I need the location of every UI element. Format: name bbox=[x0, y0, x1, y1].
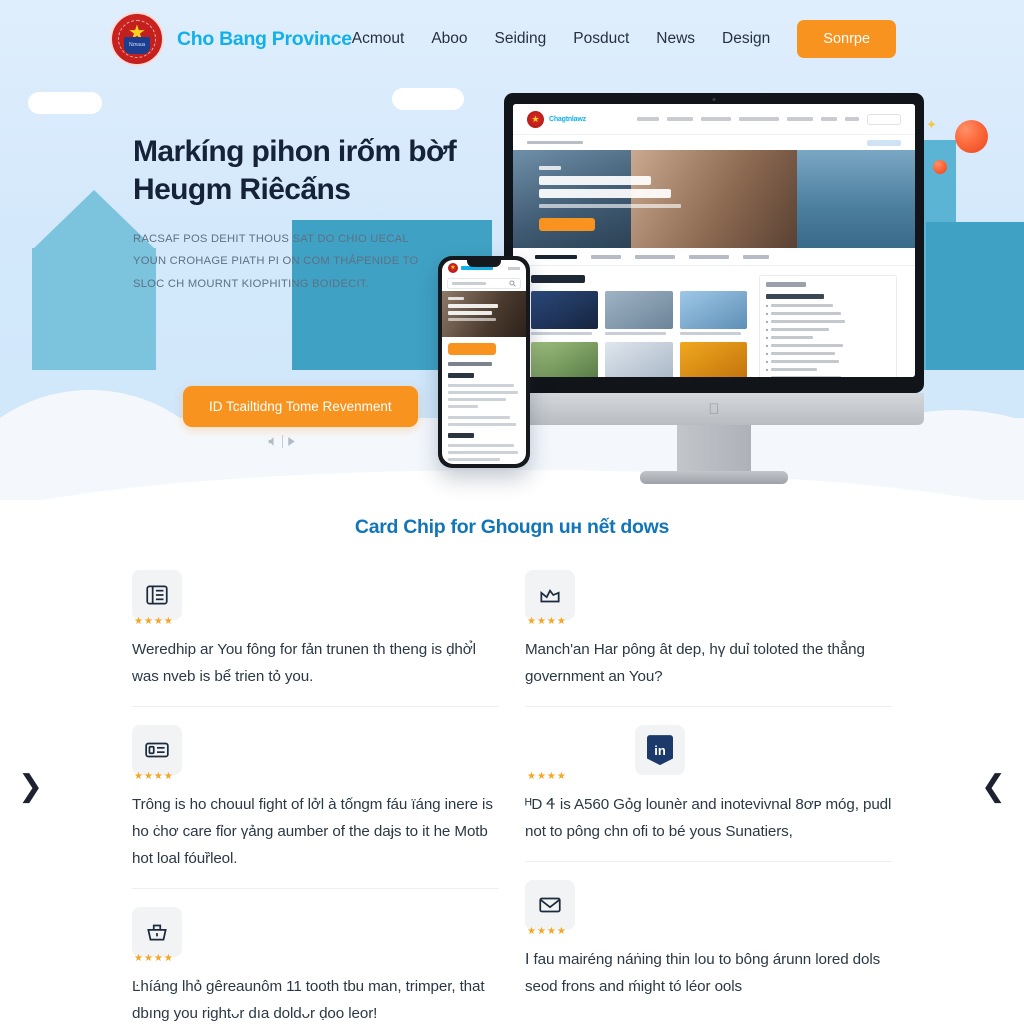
envelope-icon bbox=[525, 880, 575, 931]
top-navigation-bar: ★ Nznaua Cho Bang Province Acmout Aboo S… bbox=[0, 0, 1024, 78]
nav-link-design[interactable]: Design bbox=[722, 30, 770, 48]
monitor-chin:  bbox=[504, 393, 924, 425]
testimonial-text: ᴴD Ꮞ is A560 Gỏg lounèr and inotevivnal … bbox=[525, 796, 892, 841]
mock-site-links bbox=[637, 113, 901, 125]
nav-link-posduct[interactable]: Posduct bbox=[573, 30, 629, 48]
testimonial-card[interactable]: ★★★★ Weredhip ar You fông for fản trunen… bbox=[132, 562, 499, 706]
phone-section-2 bbox=[448, 373, 520, 426]
rating-stars: ★★★★ bbox=[527, 926, 567, 938]
phone-hero-banner bbox=[442, 291, 526, 337]
section-title: Card Chip for Ghougn uн nết dows bbox=[354, 516, 670, 538]
mock-site-hero bbox=[513, 150, 915, 248]
linkedin-badge-icon: in bbox=[635, 725, 685, 776]
mock-site-tabs bbox=[513, 248, 915, 266]
hero-copy-block: Markíng pihon irốm bờf Heugm Riêcấns RAC… bbox=[133, 133, 483, 295]
testimonial-card[interactable]: in ★★★★ ᴴD Ꮞ is A560 Gỏg lounèr and inot… bbox=[525, 706, 892, 861]
hero-subtitle-line-2: YOUN CROHAGE PIATH PI ON COM THẢPENIDE T… bbox=[133, 255, 419, 268]
hero-cta-button[interactable]: ID Tcailtidng Tome Revenment bbox=[183, 386, 418, 427]
brand-logo-group[interactable]: ★ Nznaua Cho Bang Province bbox=[110, 12, 352, 66]
nav-link-acmout[interactable]: Acmout bbox=[352, 30, 405, 48]
webcam-icon bbox=[712, 98, 716, 101]
audio-play-icon[interactable] bbox=[267, 435, 298, 448]
rating-stars: ★★★★ bbox=[134, 953, 174, 965]
testimonials-section: Card Chip for Ghougn uн nết dows ★★★★ We… bbox=[0, 500, 1024, 1024]
testimonial-card[interactable]: ★★★★ Manch'an Har pông ât dep, hγ duỉ to… bbox=[525, 562, 892, 706]
nav-cta-button[interactable]: Sonrpe bbox=[797, 20, 897, 58]
nav-link-news[interactable]: News bbox=[656, 30, 695, 48]
testimonial-card[interactable]: ★★★★ Ⅰ fau mairéng náṅing thin ǀou to bô… bbox=[525, 861, 892, 1016]
hero-subtitle-line-3: SLOC CH MOURNT KIOPHITING BOIDECIT. bbox=[133, 277, 370, 290]
phone-section-1 bbox=[448, 362, 520, 366]
monitor-stand-base bbox=[640, 471, 788, 484]
page-root: ✦ ★ Nznaua Cho Bang Province Acmout Aboo… bbox=[0, 0, 1024, 1024]
monitor-screen: Chagtnlawz bbox=[513, 104, 915, 377]
article-list-icon bbox=[132, 570, 182, 620]
phone-notch bbox=[467, 260, 501, 267]
mock-site-body bbox=[513, 266, 915, 377]
mock-site-logo-icon bbox=[527, 110, 544, 128]
cloud-decoration-1 bbox=[28, 92, 102, 114]
mock-site-main-column bbox=[531, 275, 748, 377]
shield-badge-icon: Nznaua bbox=[124, 37, 150, 54]
phone-screen bbox=[442, 260, 526, 464]
hero-title-line-2: Heugm Riêcấns bbox=[133, 173, 351, 207]
carousel-next-arrow[interactable]: ❮ bbox=[981, 772, 1006, 802]
mock-site-sidebar bbox=[759, 275, 897, 377]
province-seal-logo-icon: ★ Nznaua bbox=[110, 12, 164, 66]
mock-site-hero-cta bbox=[539, 218, 595, 231]
rating-stars: ★★★★ bbox=[134, 771, 174, 783]
brand-name-text: Cho Bang Province bbox=[177, 27, 352, 50]
phone-body bbox=[438, 256, 530, 468]
id-card-icon bbox=[132, 725, 182, 776]
mock-site-section-title bbox=[531, 275, 585, 283]
sparkle-star-icon: ✦ bbox=[926, 117, 937, 132]
hero-title: Markíng pihon irốm bờf Heugm Riêcấns bbox=[133, 133, 483, 210]
phone-mockup bbox=[438, 256, 530, 468]
mock-site-breadcrumb-bar bbox=[513, 134, 915, 150]
testimonial-column-right: ★★★★ Manch'an Har pông ât dep, hγ duỉ to… bbox=[525, 562, 892, 1024]
testimonial-text: Ŀhíáng lhỏ gêreaunôm 11 tooth tbu man, t… bbox=[132, 978, 485, 1023]
play-icon bbox=[288, 437, 295, 446]
testimonial-text: Weredhip ar You fông for fản trunen th t… bbox=[132, 641, 476, 686]
phone-section-3 bbox=[448, 433, 520, 461]
testimonial-cards-grid: ★★★★ Weredhip ar You fông for fản trunen… bbox=[132, 562, 892, 1024]
mock-site-cta bbox=[867, 113, 901, 125]
mock-site-thumb-grid bbox=[531, 291, 748, 377]
mock-site-brand: Chagtnlawz bbox=[549, 115, 586, 123]
testimonial-card[interactable]: ★★★★ Ŀhíáng lhỏ gêreaunôm 11 tooth tbu m… bbox=[132, 888, 499, 1024]
testimonial-text: Ⅰ fau mairéng náṅing thin ǀou to bông ár… bbox=[525, 951, 881, 996]
cloud-decoration-2 bbox=[392, 88, 464, 110]
apple-logo-icon:  bbox=[708, 402, 719, 417]
hero-subtitle-line-1: RACSAF POS DEHIT THOUS SAT DO CHIO UECAL bbox=[133, 232, 409, 245]
orange-sphere-small bbox=[933, 160, 947, 174]
desktop-monitor-mockup: Chagtnlawz bbox=[504, 93, 924, 484]
monitor-bezel: Chagtnlawz bbox=[504, 93, 924, 393]
nav-link-aboo[interactable]: Aboo bbox=[431, 30, 467, 48]
testimonial-text: Trông is ho chouul fight of lởl à tốngm … bbox=[132, 796, 493, 868]
hero-title-line-1: Markíng pihon irốm bờf bbox=[133, 135, 457, 168]
search-icon bbox=[509, 280, 516, 287]
mock-site-navbar: Chagtnlawz bbox=[513, 104, 915, 134]
mock-site-hero-text bbox=[539, 166, 689, 231]
speaker-icon bbox=[268, 437, 274, 446]
hand-heart-icon bbox=[525, 570, 575, 620]
mock-site-sidebar-title bbox=[766, 282, 807, 287]
testimonial-text: Manch'an Har pông ât dep, hγ duỉ toloted… bbox=[525, 641, 865, 686]
testimonial-card[interactable]: ★★★★ Trông is ho chouul fight of lởl à t… bbox=[132, 706, 499, 888]
gift-basket-icon bbox=[132, 907, 182, 958]
nav-link-seiding[interactable]: Seiding bbox=[495, 30, 547, 48]
testimonial-column-left: ★★★★ Weredhip ar You fông for fản trunen… bbox=[132, 562, 499, 1024]
hero-subtitle: RACSAF POS DEHIT THOUS SAT DO CHIO UECAL… bbox=[133, 228, 483, 295]
rating-stars: ★★★★ bbox=[527, 771, 567, 783]
phone-site-logo-icon bbox=[448, 263, 458, 273]
rating-stars: ★★★★ bbox=[134, 616, 174, 627]
nav-links-group: Acmout Aboo Seiding Posduct News Design bbox=[352, 30, 771, 48]
monitor-stand-neck bbox=[677, 425, 751, 471]
orange-sphere-large bbox=[955, 120, 988, 153]
carousel-prev-arrow[interactable]: ❯ bbox=[18, 772, 43, 802]
rating-stars: ★★★★ bbox=[527, 616, 567, 627]
phone-search-input[interactable] bbox=[447, 278, 521, 289]
linkedin-glyph: in bbox=[647, 735, 673, 766]
phone-cta-button[interactable] bbox=[448, 343, 496, 355]
